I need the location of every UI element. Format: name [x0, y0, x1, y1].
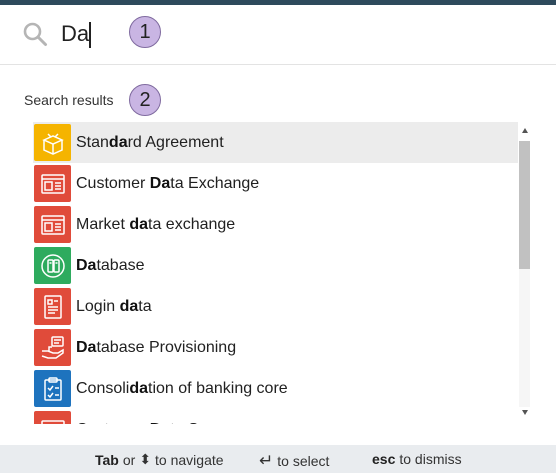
data-exchange-icon: [34, 206, 71, 243]
data-exchange-icon: [34, 411, 71, 424]
match-highlight: Da: [149, 174, 171, 192]
result-label: Login data: [76, 298, 152, 316]
result-item[interactable]: Database: [33, 245, 518, 286]
up-down-arrows-icon: ⬍: [139, 451, 152, 467]
data-exchange-icon: [34, 165, 71, 202]
section-label: Search results: [24, 92, 114, 108]
result-item[interactable]: Customer Data S: [33, 409, 518, 424]
hint-select: ↵ to select: [259, 451, 329, 471]
result-item[interactable]: Market data exchange: [33, 204, 518, 245]
result-item[interactable]: Database Provisioning: [33, 327, 518, 368]
label-text: Market: [76, 215, 130, 233]
scroll-down-arrow-icon[interactable]: [522, 410, 528, 415]
label-text: Consoli: [76, 379, 130, 397]
tab-key-label: Tab: [95, 451, 119, 468]
match-highlight: da: [129, 379, 149, 397]
result-item[interactable]: Customer Data Exchange: [33, 163, 518, 204]
match-highlight: Da: [150, 421, 170, 425]
clipboard-check-icon: [34, 370, 71, 407]
result-label: Customer Data S: [76, 421, 199, 425]
label-text: Customer: [76, 174, 150, 192]
label-text: rd Agreement: [127, 133, 224, 151]
match-highlight: da: [129, 215, 149, 233]
select-label: to select: [277, 453, 330, 469]
search-bar: [0, 5, 556, 65]
match-highlight: da: [108, 133, 128, 151]
label-text: tion of banking core: [148, 379, 288, 397]
match-highlight: Da: [76, 338, 97, 356]
result-item[interactable]: Consolidation of banking core: [33, 368, 518, 409]
result-label: Customer Data Exchange: [76, 175, 259, 193]
search-icon: [23, 22, 47, 46]
scroll-thumb[interactable]: [519, 141, 530, 269]
result-item[interactable]: Login data: [33, 286, 518, 327]
results-list: Standard Agreement Customer Data Exchange…: [33, 122, 518, 424]
box-open-icon: [34, 124, 71, 161]
hand-provision-icon: [34, 329, 71, 366]
result-label: Market data exchange: [76, 216, 235, 234]
label-text: ta: [138, 297, 152, 315]
result-label: Standard Agreement: [76, 134, 224, 152]
label-text: Stan: [76, 133, 109, 151]
label-text: ta Exchange: [170, 174, 260, 192]
hint-dismiss: esc to dismiss: [372, 451, 462, 467]
or-label: or: [122, 451, 136, 468]
match-highlight: Da: [76, 256, 97, 274]
match-highlight: da: [119, 297, 139, 315]
hint-navigate: Tab or ⬍ to navigate: [95, 451, 224, 468]
label-text: Login: [76, 297, 120, 315]
text-caret: [89, 22, 91, 48]
login-document-icon: [34, 288, 71, 325]
label-text: Customer: [76, 421, 150, 425]
result-label: Database Provisioning: [76, 339, 236, 357]
dismiss-label: to dismiss: [399, 451, 462, 467]
database-icon: [34, 247, 71, 284]
result-label: Database: [76, 257, 145, 275]
keyboard-hints-footer: Tab or ⬍ to navigate ↵ to select esc to …: [0, 445, 556, 473]
callout-badge-2: 2: [129, 84, 161, 116]
result-label: Consolidation of banking core: [76, 380, 288, 398]
result-item[interactable]: Standard Agreement: [33, 122, 518, 163]
label-text: tabase Provisioning: [96, 338, 237, 356]
scrollbar[interactable]: [518, 124, 532, 422]
navigate-label: to navigate: [155, 451, 224, 468]
label-text: ta exchange: [148, 215, 236, 233]
callout-badge-1: 1: [129, 16, 161, 48]
scroll-up-arrow-icon[interactable]: [522, 128, 528, 133]
label-text: ta S: [170, 421, 198, 425]
search-input[interactable]: [61, 19, 121, 49]
label-text: tabase: [96, 256, 145, 274]
esc-key-label: esc: [372, 451, 396, 467]
enter-key-icon: ↵: [259, 451, 274, 470]
